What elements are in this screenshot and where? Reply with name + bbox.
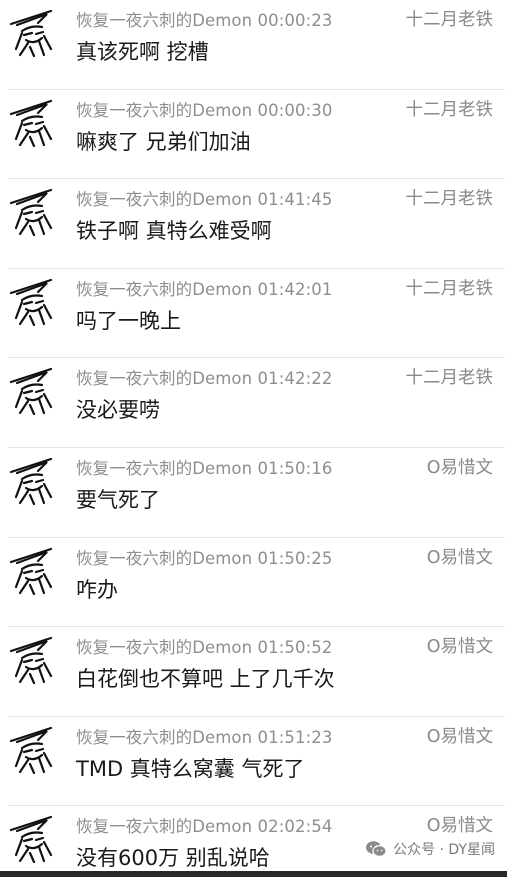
comment-list: 恢复一夜六刺的Demon 00:00:23 十二月老铁 真该死啊 挖槽 恢复一夜…: [0, 0, 507, 896]
comment-row[interactable]: 恢复一夜六刺的Demon 00:00:30 十二月老铁 嘛爽了 兄弟们加油: [0, 90, 507, 180]
avatar[interactable]: [8, 186, 54, 237]
comment-row[interactable]: 恢复一夜六刺的Demon 01:50:52 O易惜文 白花倒也不算吧 上了几千次: [0, 627, 507, 717]
avatar[interactable]: [8, 545, 54, 595]
comment-author[interactable]: O易惜文: [427, 454, 493, 479]
avatar[interactable]: [8, 97, 54, 147]
comment-text: 铁子啊 真特么难受啊: [76, 219, 272, 244]
comment-author[interactable]: 十二月老铁: [406, 96, 494, 121]
comment-author[interactable]: 十二月老铁: [406, 275, 494, 300]
comment-meta: 恢复一夜六刺的Demon 01:42:22: [76, 369, 333, 389]
avatar[interactable]: [8, 455, 54, 505]
comment-row[interactable]: 恢复一夜六刺的Demon 01:42:22 十二月老铁 没必要唠: [0, 358, 507, 448]
comment-text: 嘛爽了 兄弟们加油: [76, 129, 251, 154]
avatar[interactable]: [8, 365, 54, 416]
comment-text: 咋办: [76, 577, 118, 602]
avatar[interactable]: [8, 724, 54, 774]
avatar[interactable]: [8, 813, 54, 864]
comment-meta: 恢复一夜六刺的Demon 00:00:23: [76, 11, 333, 30]
comment-author[interactable]: O易惜文: [427, 633, 493, 658]
comment-row[interactable]: 恢复一夜六刺的Demon 01:51:23 O易惜文 TMD 真特么窝囊 气死了: [0, 717, 507, 807]
comment-author[interactable]: O易惜文: [427, 812, 493, 837]
comment-meta: 恢复一夜六刺的Demon 02:02:54: [76, 817, 333, 837]
avatar[interactable]: [8, 634, 54, 685]
watermark: 公众号 · DY星闻: [365, 839, 495, 859]
comment-text: 白花倒也不算吧 上了几千次: [76, 667, 335, 692]
comment-meta: 恢复一夜六刺的Demon 01:50:16: [76, 458, 333, 478]
comment-author[interactable]: 十二月老铁: [406, 364, 494, 389]
comment-row[interactable]: 恢复一夜六刺的Demon 01:50:16 O易惜文 要气死了: [0, 448, 507, 538]
comment-row[interactable]: 恢复一夜六刺的Demon 01:50:25 O易惜文 咋办: [0, 538, 507, 628]
bottom-edge-bar: [0, 871, 507, 877]
comment-row[interactable]: 恢复一夜六刺的Demon 00:00:23 十二月老铁 真该死啊 挖槽: [0, 0, 507, 90]
comment-text: 吗了一晚上: [76, 308, 181, 333]
avatar[interactable]: [8, 276, 54, 326]
comment-meta: 恢复一夜六刺的Demon 01:50:25: [76, 548, 333, 568]
comment-author[interactable]: 十二月老铁: [406, 185, 494, 210]
comment-row[interactable]: 恢复一夜六刺的Demon 01:41:45 十二月老铁 铁子啊 真特么难受啊: [0, 179, 507, 269]
comment-text: 要气死了: [76, 487, 160, 512]
comment-text: TMD 真特么窝囊 气死了: [76, 756, 305, 781]
comment-meta: 恢复一夜六刺的Demon 00:00:30: [76, 100, 333, 120]
comment-author[interactable]: 十二月老铁: [406, 6, 494, 31]
comment-meta: 恢复一夜六刺的Demon 01:42:01: [76, 279, 333, 299]
comment-text: 没必要唠: [76, 398, 160, 423]
comment-text: 真该死啊 挖槽: [76, 40, 209, 64]
comment-author[interactable]: O易惜文: [427, 544, 493, 569]
comment-meta: 恢复一夜六刺的Demon 01:50:52: [76, 638, 333, 658]
avatar[interactable]: [8, 7, 54, 57]
comment-row[interactable]: 恢复一夜六刺的Demon 01:42:01 十二月老铁 吗了一晚上: [0, 269, 507, 359]
comment-author[interactable]: O易惜文: [427, 723, 493, 748]
watermark-text: 公众号 · DY星闻: [393, 842, 495, 858]
comment-text: 没有600万 别乱说哈: [76, 846, 270, 871]
wechat-icon: [365, 840, 387, 858]
comment-meta: 恢复一夜六刺的Demon 01:41:45: [76, 190, 333, 210]
comment-meta: 恢复一夜六刺的Demon 01:51:23: [76, 727, 333, 747]
